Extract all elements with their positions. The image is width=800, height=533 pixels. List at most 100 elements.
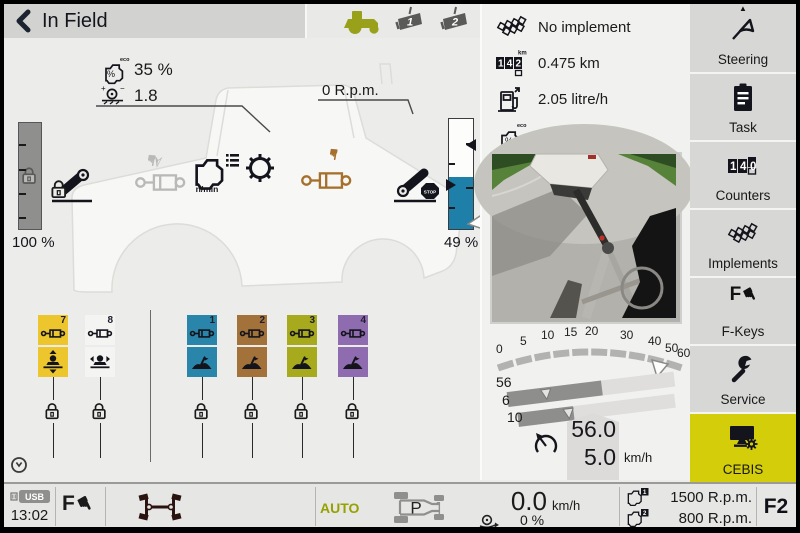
bar3-label: 10	[507, 409, 523, 425]
sidebar-item-service[interactable]: Service	[690, 344, 796, 412]
info-row-distance: 142 km 0.475 km	[482, 46, 690, 82]
gauge-marker-left	[446, 179, 456, 191]
plus-glyph: +	[101, 84, 106, 93]
stop-badge: STOP	[421, 183, 439, 199]
valve-7-lock-icon	[44, 401, 61, 421]
four-wheel-drive-icon[interactable]	[136, 494, 184, 520]
joystick-left-right-icon	[89, 352, 111, 374]
bottom-status-bar: USB 13:02 F☛ AUTO P ]	[4, 482, 796, 527]
spool-valve-active-icon: ☛	[298, 144, 354, 194]
sidebar-item-steering[interactable]: ▲ Steering	[690, 4, 796, 72]
sidebar-item-label: F-Keys	[690, 324, 796, 339]
main-view: % eco 35 % + − 1.8 0 R.p.m. ➢	[4, 38, 480, 480]
valve-number: 2	[259, 315, 265, 326]
f2-key-button[interactable]: F2	[756, 495, 796, 519]
valve-group-divider	[150, 310, 151, 462]
tick-30: 30	[620, 328, 633, 342]
tick-10: 10	[541, 328, 554, 342]
tick-20: 20	[585, 324, 598, 338]
camera-1-icon[interactable]: 1	[393, 7, 425, 34]
bar1-label: 56	[496, 374, 512, 390]
distance-value: 0.475 km	[538, 46, 600, 82]
sidebar-item-label: Steering	[690, 52, 796, 67]
sidebar-item-f-keys[interactable]: F☛ F-Keys	[690, 276, 796, 344]
front-linkage-value: 100 %	[12, 234, 55, 251]
sidebar-item-label: Service	[690, 392, 796, 407]
eco-glyph: eco	[120, 57, 130, 63]
valve-4-lock-icon	[344, 401, 361, 421]
brown-hand-glyph: ☛	[323, 146, 342, 162]
tractor-view-icon[interactable]	[340, 8, 384, 35]
slip-limit-value: 1.8	[134, 86, 158, 106]
lever-icon	[342, 353, 364, 371]
camera-2-icon[interactable]: 2	[438, 7, 470, 34]
cruise-unit: km/h	[624, 450, 652, 465]
sidebar-item-label: Task	[690, 120, 796, 135]
implements-icon	[723, 219, 763, 249]
info-row-implement: No implement	[482, 10, 690, 46]
valve-1-lock-icon	[193, 401, 210, 421]
gauge-lock-watermark	[21, 165, 38, 186]
joystick-fore-aft-icon	[42, 350, 64, 374]
view-selector: 1 2	[307, 4, 480, 38]
sidebar-item-implements[interactable]: Implements	[690, 208, 796, 276]
valve-3: 3	[287, 315, 317, 377]
slip-limit-icon: + −	[100, 84, 126, 106]
percent-glyph: %	[107, 69, 115, 79]
usb-icon: USB	[10, 489, 52, 504]
minus-glyph: −	[120, 84, 125, 93]
stop-text: STOP	[424, 189, 436, 194]
speed-gauge: 0 5 10 15 20 30 40 50 60 56 6 10 56.0 5.…	[484, 324, 690, 480]
valve-2-lock-icon	[243, 401, 260, 421]
valve-3-lock-icon	[293, 401, 310, 421]
fuel-rate-value: 2.05 litre/h	[538, 82, 608, 118]
steering-icon	[729, 13, 757, 43]
usb-label: USB	[25, 492, 45, 502]
valve-2: 2	[237, 315, 267, 377]
cruise-speed-1: 56.0	[558, 416, 616, 443]
camera-image	[492, 154, 676, 318]
sidebar-menu: ▲ Steering Task 140 Co	[690, 4, 796, 480]
sidebar-item-counters[interactable]: 140 Counters	[690, 140, 796, 208]
engine-speed-menu-icon: n/min	[190, 144, 242, 196]
lever-icon	[241, 353, 263, 371]
back-icon[interactable]	[12, 9, 36, 33]
rear-linkage-stop-icon: STOP	[392, 164, 442, 208]
sidebar-item-cebis[interactable]: CEBIS	[690, 412, 796, 482]
implement-value: No implement	[538, 10, 631, 46]
valve-number: 3	[309, 315, 315, 326]
f-hand-button[interactable]: F☛	[62, 492, 92, 516]
valve-number: 4	[360, 315, 366, 326]
counters-icon: 140	[726, 151, 760, 181]
tick-0: 0	[496, 342, 503, 356]
engine-memo-1-icon: 1	[626, 488, 650, 507]
valve-4: 4	[338, 315, 368, 377]
counters-digits: 140	[730, 161, 760, 173]
n-min-label: n/min	[196, 184, 219, 194]
valve-8-lock-icon	[91, 401, 108, 421]
sidebar-item-task[interactable]: Task	[690, 72, 796, 140]
cebis-icon	[728, 423, 758, 453]
cruise-control-icon	[532, 430, 560, 458]
ground-speed-unit: km/h	[552, 498, 580, 513]
front-linkage-locked-icon	[48, 164, 94, 208]
status-panel: No implement 142 km 0.475 km 2.05	[480, 4, 690, 480]
scroll-up-icon[interactable]: ▲	[739, 4, 747, 13]
tick-40: 40	[648, 334, 661, 348]
clock-time: 13:02	[4, 507, 55, 524]
camera-view[interactable]	[490, 152, 682, 324]
pto-speed-value: 0 R.p.m.	[322, 82, 379, 99]
cebis-terminal-screen: In Field 1 2	[0, 0, 800, 533]
lever-icon	[291, 353, 313, 371]
tractor-silhouette	[4, 38, 480, 480]
cruise-speed-2: 5.0	[558, 444, 616, 471]
page-title: In Field	[42, 4, 108, 38]
tick-15: 15	[564, 325, 577, 339]
history-clock-icon[interactable]	[10, 456, 28, 474]
auto-mode-label: AUTO	[320, 500, 359, 516]
implement-icon	[492, 13, 532, 43]
sidebar-item-label: Implements	[690, 256, 796, 271]
bar2-label: 6	[502, 392, 510, 408]
tick-5: 5	[520, 334, 527, 348]
gauge-marker-right	[466, 139, 476, 151]
